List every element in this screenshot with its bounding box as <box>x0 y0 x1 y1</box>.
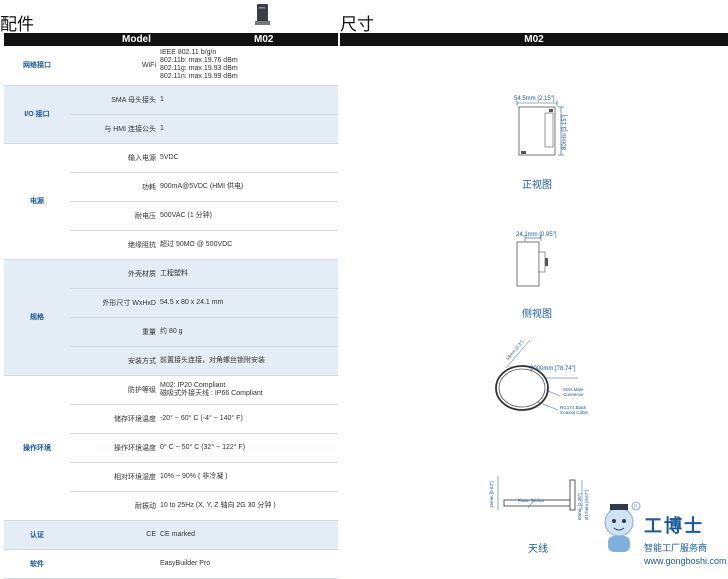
mascot-icon: R <box>604 501 641 552</box>
antenna-height-label: 16mm [0.63"] <box>489 481 494 508</box>
spec-label: 耐振动 <box>70 491 158 521</box>
spec-value: 0° C ~ 50° C (32° ~ 122° F) <box>158 433 338 463</box>
antenna-tall-label: 60mm [2.36"] <box>577 493 582 520</box>
category-environment: 操作环境 <box>4 375 70 521</box>
spec-label: 耐电压 <box>70 201 158 231</box>
spec-value: 10 to 25Hz (X, Y, Z 轴向 2G 30 分钟 ) <box>158 491 338 521</box>
spec-table: 网络接口 WiFi IEEE 802.11 b/g/n 802.11b: max… <box>4 46 338 579</box>
spec-label: CE <box>70 520 158 550</box>
spec-label: 输入电源 <box>70 143 158 173</box>
side-view-drawing <box>516 235 548 287</box>
front-height-label: 80mm [3.15"] <box>562 114 568 150</box>
spec-label: 相对环境湿度 <box>70 462 158 492</box>
spec-label: WiFi <box>70 46 158 86</box>
spec-value: CE marked <box>158 520 338 550</box>
spec-label: 重量 <box>70 317 158 347</box>
side-view-caption: 侧视图 <box>522 309 552 320</box>
category-power: 电源 <box>4 143 70 260</box>
spec-value: 约 80 g <box>158 317 338 347</box>
spec-value: 500VAC (1 分钟) <box>158 201 338 231</box>
spec-value: M02: IP20 Compliant 磁吸式外接天线 : IP66 Compl… <box>158 375 338 405</box>
coax-cable-label: RG174 Black Coaxial Cable <box>560 405 589 415</box>
accessories-title: 配件 <box>0 15 34 35</box>
product-thumbnail-icon <box>255 4 270 25</box>
category-certification: 认证 <box>4 520 70 550</box>
side-depth-label: 24.1mm [0.95"] <box>516 232 557 238</box>
dimension-header-bar: M02 <box>340 33 728 46</box>
spec-label: 功耗 <box>70 172 158 202</box>
front-view-drawing <box>516 100 564 156</box>
watermark-title: 工博士 <box>644 516 704 537</box>
spec-value: 前置接头连接，对角螺丝锁附安装 <box>158 346 338 376</box>
category-specs: 规格 <box>4 259 70 376</box>
spec-value: 1 <box>158 85 338 115</box>
spec-label: 储存环境温度 <box>70 404 158 434</box>
spec-value: IEEE 802.11 b/g/n 802.11b: max 19.76 dBm… <box>158 46 338 86</box>
front-width-label: 54.5mm [2.15"] <box>514 96 555 102</box>
spec-value: EasyBuilder Pro <box>158 549 338 579</box>
spec-label: SMA 母头接头 <box>70 85 158 115</box>
spec-label: 与 HMI 连接公头 <box>70 114 158 144</box>
antenna-caption: 天线 <box>528 544 548 555</box>
spec-value: -20° ~ 60° C (-4° ~ 140° F) <box>158 404 338 434</box>
watermark-url: www.gongboshi.com <box>644 556 727 566</box>
spec-label: 外形尺寸 WxHxD <box>70 288 158 318</box>
spec-value: 工程塑料 <box>158 259 338 289</box>
spec-value: 超过 50MΩ @ 500VDC <box>158 230 338 260</box>
model-value: M02 <box>254 34 274 45</box>
antenna-diameter-label: Ø17mm [0.67"] <box>584 489 589 520</box>
spec-label: 安装方式 <box>70 346 158 376</box>
spec-label <box>70 549 158 579</box>
model-label: Model <box>122 34 151 45</box>
spec-label: 外壳材质 <box>70 259 158 289</box>
sma-connector-label: SMA Male Connector <box>563 387 584 397</box>
spec-label: 防护等级 <box>70 375 158 405</box>
watermark-subtitle: 智能工厂服务商 <box>644 543 708 553</box>
spec-value: 10% ~ 90% ( 非冷凝 ) <box>158 462 338 492</box>
svg-text:R: R <box>634 504 638 510</box>
dimensions-title: 尺寸 <box>340 15 374 35</box>
antenna-length-label: 2000mm [78.74"] <box>530 366 576 372</box>
spec-value: 1 <box>158 114 338 144</box>
foam-sticker-label: Foam Sticker <box>518 498 545 503</box>
spec-value: 5VDC <box>158 143 338 173</box>
category-software: 软件 <box>4 549 70 579</box>
spec-value: 900mA@5VDC (HMI 供电) <box>158 172 338 202</box>
spec-header-bar: Model M02 <box>4 33 338 46</box>
spec-value: 54.5 x 80 x 24.1 mm <box>158 288 338 318</box>
category-io: I/O 接口 <box>4 85 70 144</box>
watermark: R 工博士 智能工厂服务商 www.gongboshi.com <box>596 498 728 579</box>
spec-label: 操作环境温度 <box>70 433 158 463</box>
category-network: 网络接口 <box>4 46 70 86</box>
front-view-caption: 正视图 <box>522 180 552 191</box>
spec-label: 绝缘阻抗 <box>70 230 158 260</box>
